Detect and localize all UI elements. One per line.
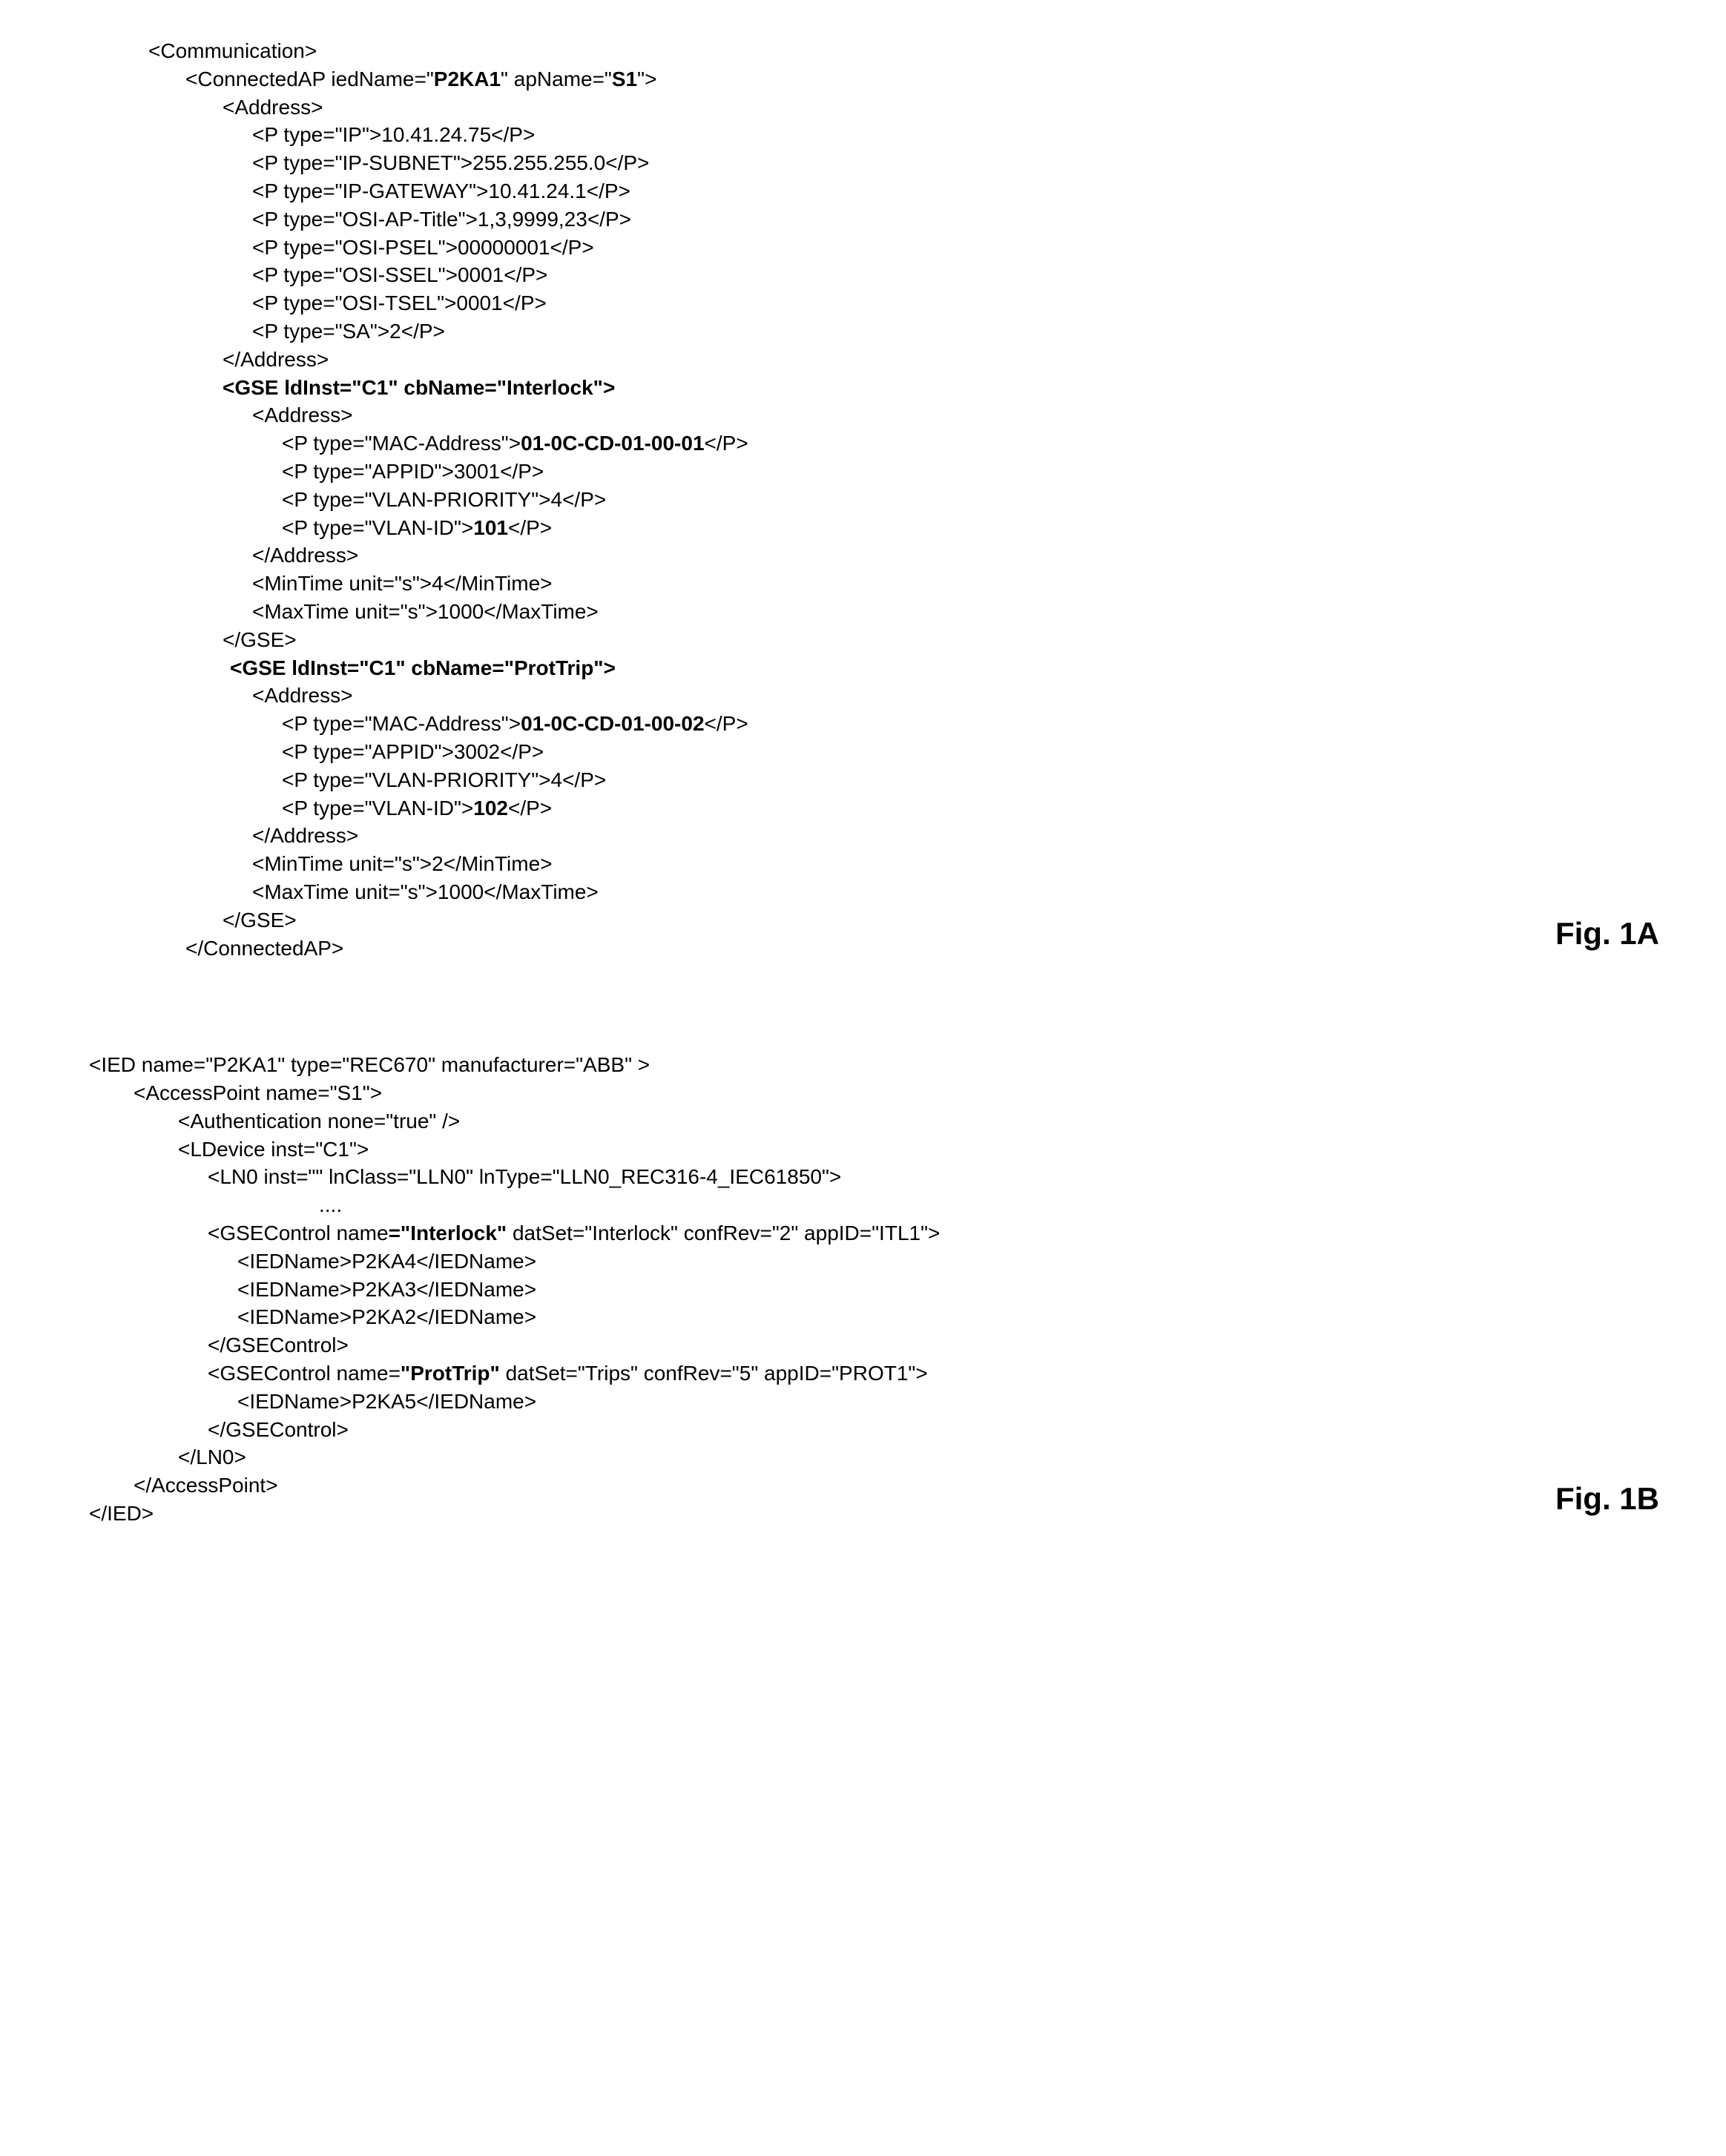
text: <GSEControl name bbox=[208, 1222, 389, 1245]
xml-line: </GSEControl> bbox=[59, 1331, 1667, 1359]
ap-name: S1 bbox=[612, 67, 637, 90]
xml-line: <MaxTime unit="s">1000</MaxTime> bbox=[59, 598, 1667, 626]
text: " apName=" bbox=[501, 67, 612, 90]
vlan-id: 102 bbox=[473, 797, 508, 820]
xml-line: <IEDName>P2KA2</IEDName> bbox=[59, 1303, 1667, 1331]
xml-line: <AccessPoint name="S1"> bbox=[59, 1079, 1667, 1107]
gsecontrol-name: ="Interlock" bbox=[389, 1222, 507, 1245]
xml-line: <P type="VLAN-ID">101</P> bbox=[59, 514, 1667, 542]
xml-line: <P type="IP-GATEWAY">10.41.24.1</P> bbox=[59, 177, 1667, 205]
gse-open-tag: <GSE ldInst="C1" cbName="Interlock"> bbox=[59, 374, 1667, 402]
figure-1b-block: <IED name="P2KA1" type="REC670" manufact… bbox=[59, 1051, 1667, 1528]
xml-line: </Address> bbox=[59, 541, 1667, 570]
xml-line: <ConnectedAP iedName="P2KA1" apName="S1"… bbox=[59, 65, 1667, 93]
xml-line: <P type="VLAN-PRIORITY">4</P> bbox=[59, 486, 1667, 514]
text: <GSEControl name= bbox=[208, 1362, 401, 1385]
xml-line: <P type="MAC-Address">01-0C-CD-01-00-01<… bbox=[59, 429, 1667, 458]
xml-line: <MinTime unit="s">4</MinTime> bbox=[59, 570, 1667, 598]
xml-line: <Address> bbox=[59, 401, 1667, 429]
xml-line: <MaxTime unit="s">1000</MaxTime> bbox=[59, 878, 1667, 906]
xml-line: </LN0> bbox=[59, 1443, 1667, 1471]
xml-line: <GSEControl name="Interlock" datSet="Int… bbox=[59, 1219, 1667, 1247]
xml-line: <IEDName>P2KA5</IEDName> bbox=[59, 1388, 1667, 1416]
gsecontrol-name: "ProtTrip" bbox=[401, 1362, 500, 1385]
text: </P> bbox=[705, 432, 748, 455]
xml-line: <P type="IP-SUBNET">255.255.255.0</P> bbox=[59, 149, 1667, 177]
ied-name: P2KA1 bbox=[434, 67, 501, 90]
gse-open-tag: <GSE ldInst="C1" cbName="ProtTrip"> bbox=[59, 654, 1667, 682]
text: "> bbox=[637, 67, 656, 90]
xml-line: <Address> bbox=[59, 93, 1667, 122]
xml-line: <IEDName>P2KA4</IEDName> bbox=[59, 1247, 1667, 1276]
text: </P> bbox=[705, 712, 748, 735]
text: <ConnectedAP iedName=" bbox=[185, 67, 434, 90]
figure-label: Fig. 1B bbox=[1555, 1478, 1659, 1520]
figure-1a-block: <Communication> <ConnectedAP iedName="P2… bbox=[59, 37, 1667, 962]
xml-line: <LDevice inst="C1"> bbox=[59, 1135, 1667, 1164]
xml-line: </GSE> bbox=[59, 626, 1667, 654]
ellipsis: .... bbox=[59, 1191, 1667, 1219]
text: <P type="VLAN-ID"> bbox=[282, 516, 473, 539]
xml-line: <P type="APPID">3002</P> bbox=[59, 738, 1667, 766]
text: </P> bbox=[508, 797, 552, 820]
xml-line: <IED name="P2KA1" type="REC670" manufact… bbox=[59, 1051, 1667, 1079]
xml-line: <P type="VLAN-PRIORITY">4</P> bbox=[59, 766, 1667, 794]
text: </P> bbox=[508, 516, 552, 539]
xml-line: <P type="SA">2</P> bbox=[59, 317, 1667, 346]
xml-line: </AccessPoint> bbox=[59, 1471, 1667, 1500]
xml-line: <P type="OSI-SSEL">0001</P> bbox=[59, 261, 1667, 289]
xml-line: </GSE> bbox=[59, 906, 1667, 934]
xml-line: <LN0 inst="" lnClass="LLN0" lnType="LLN0… bbox=[59, 1163, 1667, 1191]
text: <P type="MAC-Address"> bbox=[282, 712, 521, 735]
xml-line: <GSEControl name="ProtTrip" datSet="Trip… bbox=[59, 1359, 1667, 1388]
xml-line: <P type="OSI-PSEL">00000001</P> bbox=[59, 234, 1667, 262]
figure-label: Fig. 1A bbox=[1555, 913, 1659, 955]
xml-line: <MinTime unit="s">2</MinTime> bbox=[59, 850, 1667, 878]
xml-line: <Address> bbox=[59, 682, 1667, 710]
xml-line: <P type="APPID">3001</P> bbox=[59, 458, 1667, 486]
mac-address: 01-0C-CD-01-00-01 bbox=[521, 432, 704, 455]
xml-line: <P type="OSI-AP-Title">1,3,9999,23</P> bbox=[59, 205, 1667, 234]
xml-line: </GSEControl> bbox=[59, 1416, 1667, 1444]
xml-line: </Address> bbox=[59, 822, 1667, 850]
text: <P type="MAC-Address"> bbox=[282, 432, 521, 455]
text: datSet="Interlock" confRev="2" appID="IT… bbox=[507, 1222, 940, 1245]
text: <P type="VLAN-ID"> bbox=[282, 797, 473, 820]
mac-address: 01-0C-CD-01-00-02 bbox=[521, 712, 704, 735]
xml-line: </Address> bbox=[59, 346, 1667, 374]
xml-line: </IED> bbox=[59, 1500, 1667, 1528]
xml-line: </ConnectedAP> bbox=[59, 934, 1667, 963]
xml-line: <IEDName>P2KA3</IEDName> bbox=[59, 1276, 1667, 1304]
xml-line: <P type="IP">10.41.24.75</P> bbox=[59, 121, 1667, 149]
text: datSet="Trips" confRev="5" appID="PROT1"… bbox=[500, 1362, 928, 1385]
xml-line: <P type="OSI-TSEL">0001</P> bbox=[59, 289, 1667, 317]
xml-line: <P type="MAC-Address">01-0C-CD-01-00-02<… bbox=[59, 710, 1667, 738]
vlan-id: 101 bbox=[473, 516, 508, 539]
xml-line: <P type="VLAN-ID">102</P> bbox=[59, 794, 1667, 822]
xml-line: <Authentication none="true" /> bbox=[59, 1107, 1667, 1135]
xml-line: <Communication> bbox=[59, 37, 1667, 65]
